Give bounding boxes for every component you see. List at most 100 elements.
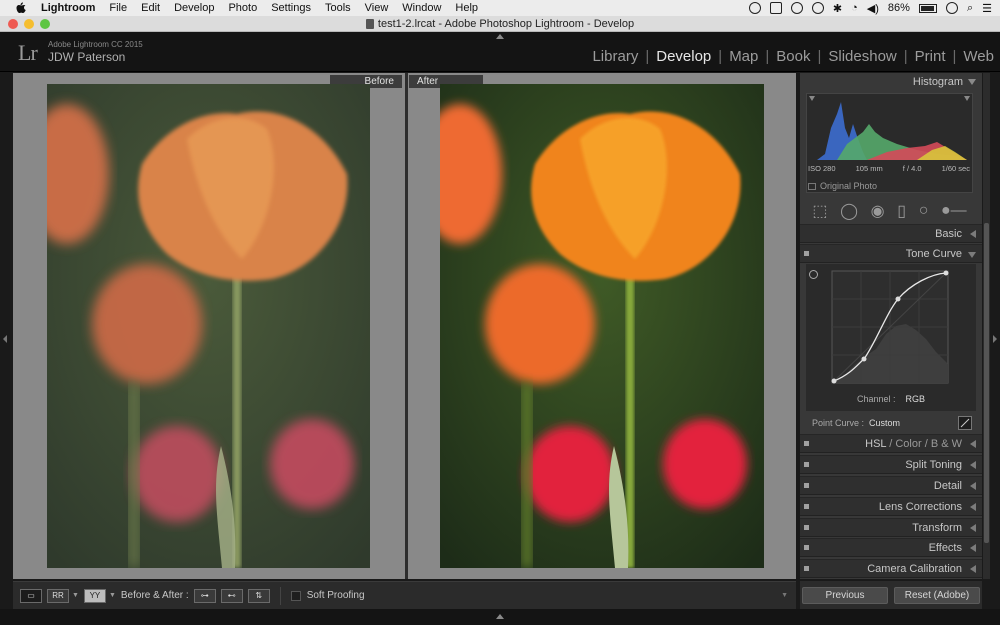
histogram-header[interactable]: Histogram: [913, 76, 976, 88]
split-options-chevron-icon[interactable]: ▼: [109, 592, 116, 599]
panel-detail[interactable]: Detail: [800, 476, 982, 495]
transform-title: Transform: [912, 522, 962, 534]
panel-transform[interactable]: Transform: [800, 518, 982, 537]
menu-edit[interactable]: Edit: [134, 2, 167, 14]
panel-effects[interactable]: Effects: [800, 538, 982, 557]
module-map[interactable]: Map: [729, 48, 758, 65]
transform-toggle[interactable]: [804, 525, 809, 530]
panel-basic[interactable]: Basic: [800, 224, 982, 243]
graduated-filter-icon[interactable]: ▯: [897, 201, 906, 221]
effects-expand-icon[interactable]: [970, 544, 976, 552]
histogram-graph[interactable]: [806, 93, 973, 193]
apple-icon[interactable]: [14, 1, 28, 15]
volume-icon[interactable]: ◀): [867, 2, 879, 15]
split-toning-expand-icon[interactable]: [970, 461, 976, 469]
lens-corrections-expand-icon[interactable]: [970, 503, 976, 511]
panel-tone-curve[interactable]: Tone Curve: [800, 244, 982, 263]
panel-lens-corrections[interactable]: Lens Corrections: [800, 497, 982, 516]
menu-app-name[interactable]: Lightroom: [34, 2, 102, 14]
after-photo[interactable]: [440, 84, 764, 568]
spotlight-search-icon[interactable]: ⌕: [967, 2, 973, 15]
before-after-lr-button[interactable]: RR: [47, 588, 69, 603]
before-after-split-button[interactable]: YY: [83, 588, 106, 603]
panel-camera-calibration[interactable]: Camera Calibration: [800, 559, 982, 578]
panel-split-toning[interactable]: Split Toning: [800, 455, 982, 474]
radial-filter-icon[interactable]: ○: [919, 202, 929, 220]
panel-hsl[interactable]: HSL / Color / B & W: [800, 434, 982, 453]
point-curve-select[interactable]: Custom: [869, 418, 900, 428]
point-curve-row: Point Curve : Custom: [806, 414, 976, 432]
previous-button[interactable]: Previous: [802, 586, 888, 604]
copy-before-to-after-button[interactable]: ⊶: [193, 588, 216, 603]
channel-select[interactable]: RGB: [906, 394, 926, 404]
menu-file[interactable]: File: [102, 2, 134, 14]
basic-expand-icon[interactable]: [970, 230, 976, 238]
bw-title[interactable]: B & W: [931, 438, 962, 450]
clock-icon[interactable]: [945, 2, 958, 14]
menu-view[interactable]: View: [358, 2, 396, 14]
loupe-view-button[interactable]: ▭: [20, 588, 42, 603]
creative-cloud-icon[interactable]: [748, 2, 761, 14]
camera-calibration-expand-icon[interactable]: [970, 565, 976, 573]
menu-develop[interactable]: Develop: [167, 2, 221, 14]
module-web[interactable]: Web: [963, 48, 994, 65]
swap-before-after-button[interactable]: ⇅: [247, 588, 270, 603]
menu-help[interactable]: Help: [448, 2, 485, 14]
histogram-collapse-icon[interactable]: [968, 79, 976, 85]
lens-corrections-toggle[interactable]: [804, 504, 809, 509]
spot-removal-icon[interactable]: ◯: [840, 201, 858, 221]
zoom-window-button[interactable]: [40, 19, 50, 29]
tone-curve-toggle[interactable]: [804, 251, 809, 256]
close-window-button[interactable]: [8, 19, 18, 29]
left-panel-toggle-icon[interactable]: [3, 335, 7, 343]
scrollbar-thumb[interactable]: [984, 223, 989, 543]
copy-after-to-before-button[interactable]: ⊷: [220, 588, 243, 603]
hsl-toggle[interactable]: [804, 441, 809, 446]
red-eye-icon[interactable]: ◉: [871, 201, 885, 221]
adjustment-brush-icon[interactable]: ●—: [941, 202, 967, 220]
hsl-expand-icon[interactable]: [970, 440, 976, 448]
minimize-window-button[interactable]: [24, 19, 34, 29]
wifi-icon[interactable]: ◔: [851, 2, 858, 14]
module-book[interactable]: Book: [776, 48, 810, 65]
battery-icon[interactable]: [918, 3, 937, 13]
module-develop[interactable]: Develop: [656, 48, 711, 65]
soft-proofing-checkbox[interactable]: [290, 590, 301, 601]
menu-tools[interactable]: Tools: [318, 2, 358, 14]
module-print[interactable]: Print: [915, 48, 946, 65]
image-canvas[interactable]: Before After: [13, 73, 796, 579]
edit-point-curve-icon[interactable]: [958, 416, 972, 430]
reset-button[interactable]: Reset (Adobe): [894, 586, 980, 604]
hsl-title[interactable]: HSL: [865, 438, 886, 450]
camera-calibration-toggle[interactable]: [804, 566, 809, 571]
tone-curve-editor[interactable]: [806, 264, 976, 411]
battery-percentage[interactable]: 86%: [888, 2, 910, 14]
transform-expand-icon[interactable]: [970, 524, 976, 532]
split-toning-toggle[interactable]: [804, 462, 809, 467]
toolbar-menu-chevron-icon[interactable]: ▼: [781, 592, 788, 599]
mac-menu-bar: Lightroom File Edit Develop Photo Settin…: [0, 0, 1000, 16]
bluetooth-icon[interactable]: ✱: [833, 2, 842, 15]
crop-overlay-icon[interactable]: ⬚: [812, 201, 827, 221]
before-photo[interactable]: [47, 84, 370, 568]
location-icon[interactable]: [790, 2, 803, 14]
menu-window[interactable]: Window: [395, 2, 448, 14]
show-filmstrip-icon[interactable]: [496, 614, 504, 619]
tone-curve-collapse-icon[interactable]: [968, 252, 976, 258]
notification-center-icon[interactable]: ☰: [982, 2, 992, 15]
detail-expand-icon[interactable]: [970, 482, 976, 490]
right-panel-scrollbar[interactable]: [983, 73, 990, 579]
detail-toggle[interactable]: [804, 483, 809, 488]
shield-icon[interactable]: [769, 2, 782, 14]
collapse-top-panel-icon[interactable]: [496, 34, 504, 39]
view-options-chevron-icon[interactable]: ▼: [72, 592, 79, 599]
color-title[interactable]: Color: [895, 438, 921, 450]
time-machine-icon[interactable]: [811, 2, 824, 14]
channel-row: Channel : RGB: [806, 394, 976, 404]
menu-settings[interactable]: Settings: [264, 2, 318, 14]
module-slideshow[interactable]: Slideshow: [828, 48, 896, 65]
module-library[interactable]: Library: [592, 48, 638, 65]
menu-photo[interactable]: Photo: [221, 2, 264, 14]
right-panel-toggle-icon[interactable]: [993, 335, 997, 343]
effects-toggle[interactable]: [804, 545, 809, 550]
